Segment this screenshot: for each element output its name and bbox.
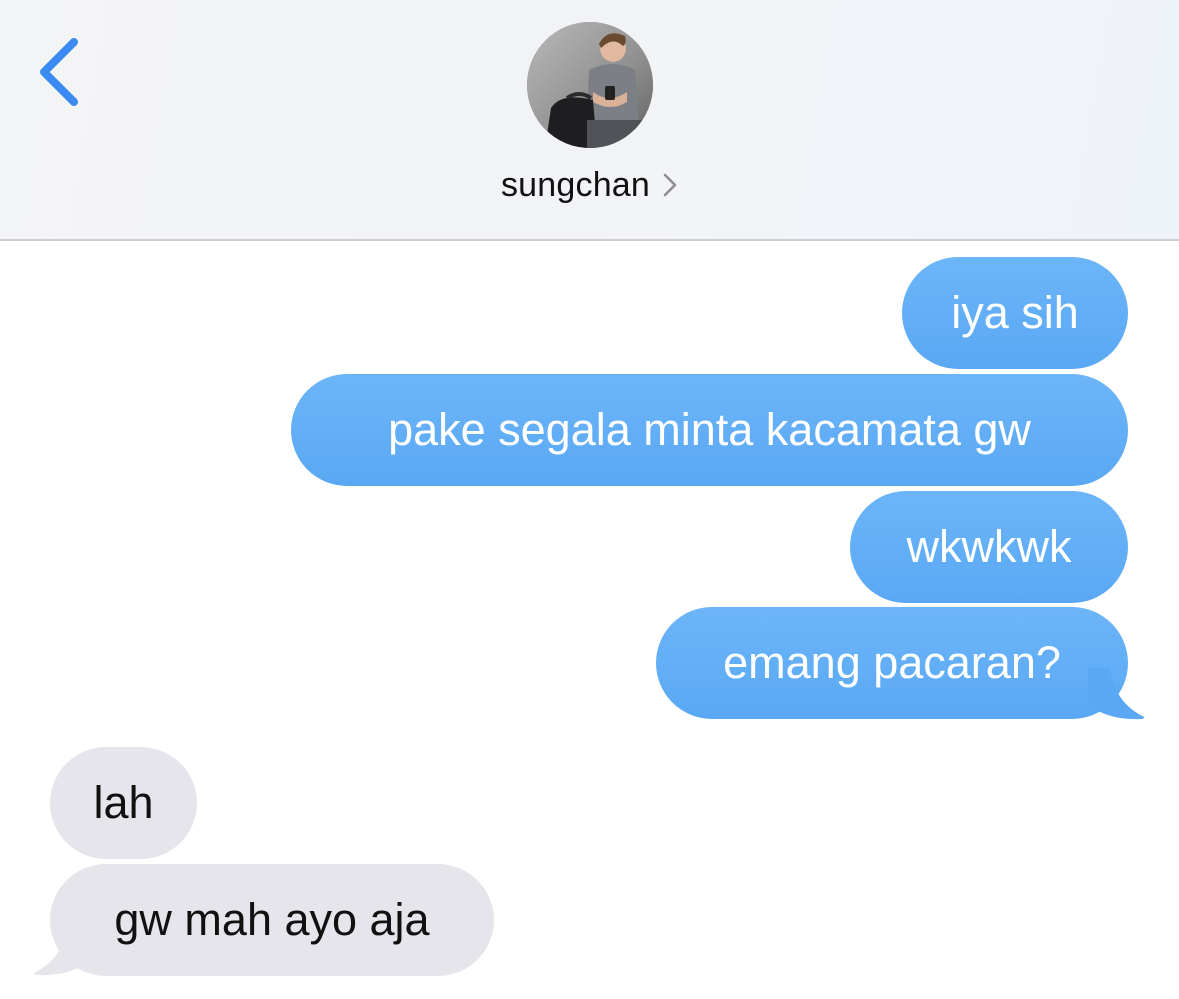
message-text: emang pacaran? bbox=[723, 637, 1061, 688]
messages-screen: sungchan iya sih pake segala minta kacam… bbox=[0, 0, 1179, 999]
sent-bubble-tail bbox=[1088, 668, 1145, 720]
message-text: iya sih bbox=[951, 287, 1079, 338]
received-bubble-tail bbox=[33, 924, 90, 976]
message-text: wkwkwk bbox=[906, 521, 1072, 572]
back-button[interactable] bbox=[30, 32, 90, 112]
contact-details-button[interactable]: sungchan bbox=[0, 160, 1179, 210]
sent-message-bubble[interactable]: pake segala minta kacamata gw bbox=[291, 374, 1128, 486]
message-text: lah bbox=[93, 777, 154, 828]
message-text: pake segala minta kacamata gw bbox=[388, 404, 1031, 455]
received-message-bubble[interactable]: gw mah ayo aja bbox=[50, 864, 494, 976]
avatar-photo bbox=[527, 22, 653, 148]
sent-message-bubble[interactable]: iya sih bbox=[902, 257, 1128, 369]
contact-avatar[interactable] bbox=[527, 22, 653, 148]
chevron-left-icon bbox=[40, 38, 78, 106]
sent-message-bubble[interactable]: wkwkwk bbox=[850, 491, 1128, 603]
message-text: gw mah ayo aja bbox=[114, 894, 430, 945]
sent-message-bubble[interactable]: emang pacaran? bbox=[656, 607, 1128, 719]
received-message-bubble[interactable]: lah bbox=[50, 747, 197, 859]
contact-name: sungchan bbox=[500, 165, 651, 204]
chevron-right-icon bbox=[662, 171, 678, 199]
conversation-header: sungchan bbox=[0, 0, 1179, 241]
